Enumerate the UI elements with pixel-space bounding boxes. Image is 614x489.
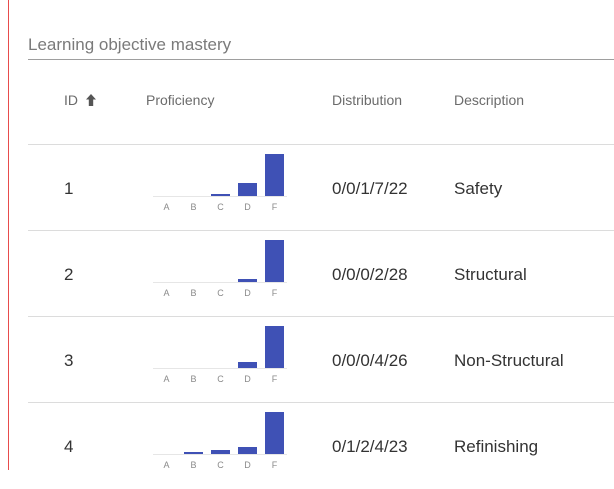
column-header-distribution[interactable]: Distribution: [332, 92, 402, 108]
grade-label: C: [217, 460, 224, 470]
grade-label: F: [271, 288, 278, 298]
column-header-proficiency[interactable]: Proficiency: [146, 92, 214, 108]
row-id: 2: [64, 265, 74, 284]
proficiency-sparkbar: ABCDF: [153, 149, 287, 227]
proficiency-bar-d: [238, 279, 257, 282]
row-distribution: 0/0/1/7/22: [332, 179, 408, 198]
grade-label: D: [244, 374, 251, 384]
section-title: Learning objective mastery: [28, 35, 232, 54]
proficiency-bar-d: [238, 361, 257, 368]
grade-label: D: [244, 288, 251, 298]
grade-label: A: [163, 202, 170, 212]
column-header-id-label: ID: [64, 92, 78, 108]
proficiency-sparkbar: ABCDF: [153, 235, 287, 313]
grade-label: D: [244, 202, 251, 212]
row-distribution: 0/0/0/4/26: [332, 351, 408, 370]
proficiency-bar-f: [265, 154, 284, 196]
grade-label: D: [244, 460, 251, 470]
proficiency-bar-f: [265, 240, 284, 282]
proficiency-bar-d: [238, 446, 257, 454]
proficiency-bar-c: [211, 450, 230, 454]
table-row[interactable]: 4 A B C D F 0/1/2/4/23 Refinishing: [28, 402, 614, 489]
grade-label: C: [217, 202, 224, 212]
grade-label: F: [271, 202, 278, 212]
mastery-card: Learning objective mastery ID Proficienc…: [28, 0, 614, 486]
sparkbar-baseline: [153, 196, 287, 197]
row-distribution: 0/1/2/4/23: [332, 437, 408, 456]
row-id: 1: [64, 179, 74, 198]
grade-label: C: [217, 288, 224, 298]
table-row[interactable]: 3 A B C D F 0/0/0/4/26 Non-Structural: [28, 316, 614, 403]
grade-label: A: [163, 374, 170, 384]
column-header-description[interactable]: Description: [454, 92, 524, 108]
proficiency-sparkbar: ABCDF: [153, 407, 287, 485]
table-row[interactable]: 2 A B C D F 0/0/0/2/28 Structural: [28, 230, 614, 317]
arrow-up-icon[interactable]: [85, 93, 97, 107]
grade-label: A: [163, 288, 170, 298]
proficiency-sparkbar: ABCDF: [153, 321, 287, 399]
proficiency-bar-f: [265, 412, 284, 454]
proficiency-bar-b: [184, 452, 203, 454]
proficiency-bar-c: [211, 194, 230, 196]
grade-label: A: [163, 460, 170, 470]
sparkbar-baseline: [153, 368, 287, 369]
row-id: 4: [64, 437, 74, 456]
sparkbar-baseline: [153, 282, 287, 283]
grade-label: B: [190, 374, 197, 384]
proficiency-bar-f: [265, 326, 284, 368]
proficiency-bar-d: [238, 182, 257, 196]
row-description: Structural: [454, 265, 527, 284]
table-row[interactable]: 1 A B C D F 0/0/1/7/22 Safety: [28, 144, 614, 231]
column-header-id[interactable]: ID: [64, 92, 97, 108]
grade-label: F: [271, 374, 278, 384]
row-description: Refinishing: [454, 437, 539, 456]
grade-label: C: [217, 374, 224, 384]
row-description: Non-Structural: [454, 351, 564, 370]
grade-label: B: [190, 202, 197, 212]
row-description: Safety: [454, 179, 503, 198]
row-id: 3: [64, 351, 74, 370]
grade-label: B: [190, 460, 197, 470]
left-margin-rule: [8, 0, 9, 470]
grade-label: B: [190, 288, 197, 298]
grade-label: F: [271, 460, 278, 470]
table-header: ID Proficiency Distribution Description: [28, 60, 614, 144]
row-distribution: 0/0/0/2/28: [332, 265, 408, 284]
sparkbar-baseline: [153, 454, 287, 455]
